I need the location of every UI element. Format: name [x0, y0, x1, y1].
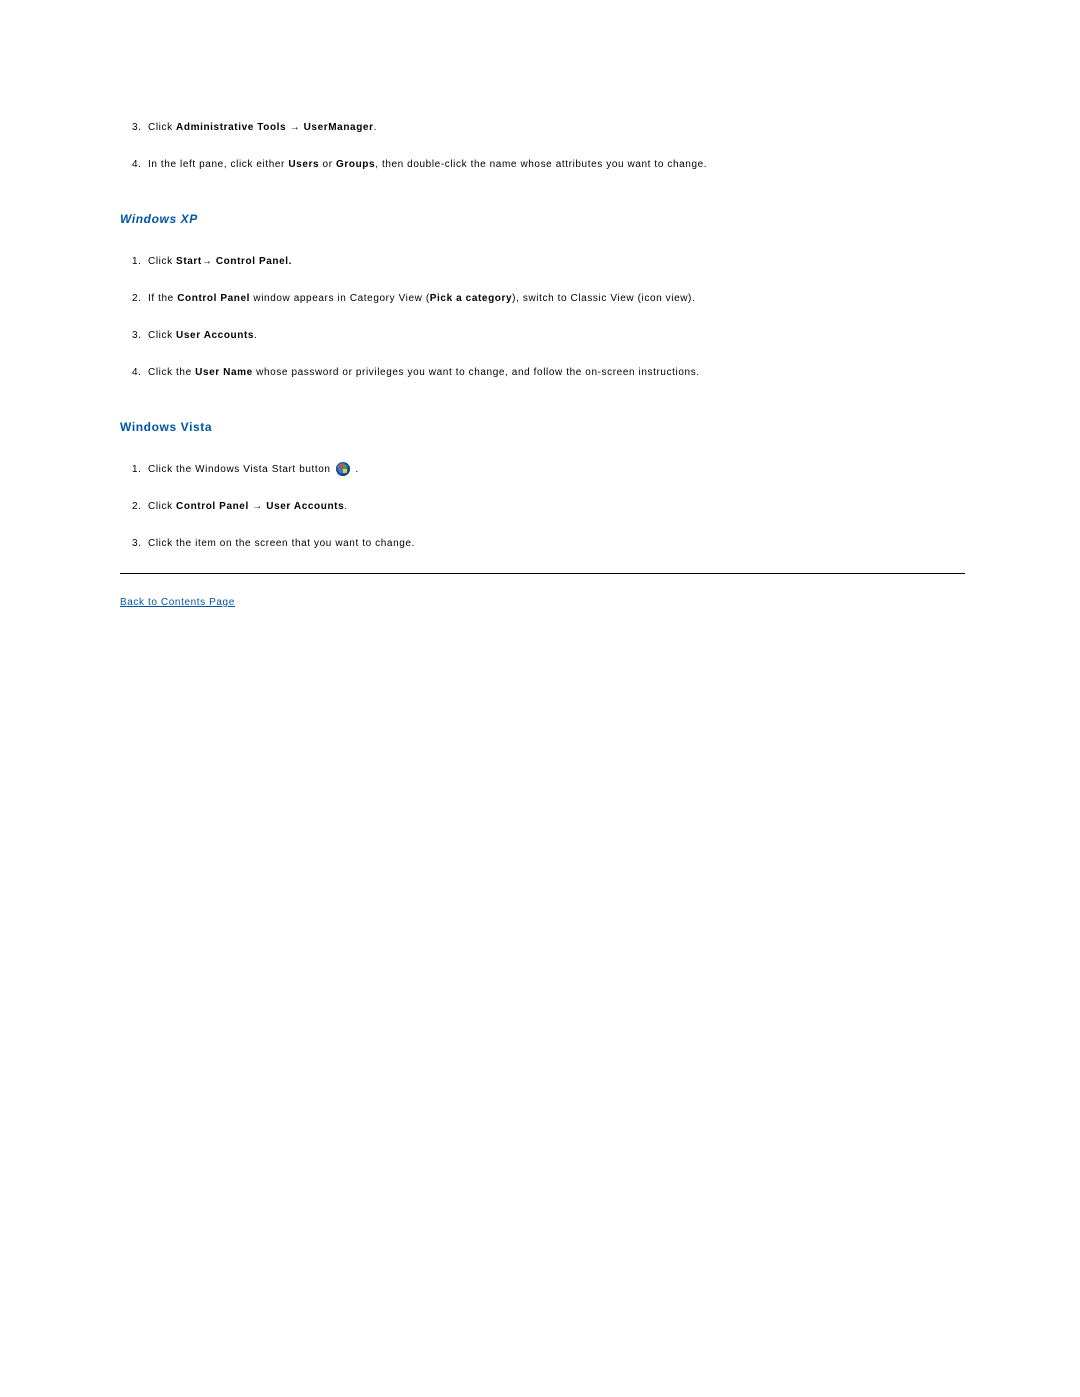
arrow-icon: → — [252, 501, 263, 512]
step-text: Click — [148, 122, 176, 133]
step-text: Administrative Tools — [176, 122, 286, 133]
step-text: Groups — [336, 159, 375, 170]
step-text: User Name — [195, 367, 253, 378]
step-text: whose password or privileges you want to… — [253, 367, 700, 378]
list-item: 4.In the left pane, click either Users o… — [120, 157, 965, 172]
step-text: Click — [148, 330, 176, 341]
step-number: 1. — [132, 462, 148, 477]
step-number: 3. — [132, 120, 148, 135]
step-number: 4. — [132, 157, 148, 172]
step-text: Control Panel — [177, 293, 250, 304]
step-text: , then double-click the name whose attri… — [375, 159, 707, 170]
step-text: UserManager — [304, 122, 374, 133]
step-number: 2. — [132, 291, 148, 306]
step-text: Click the Windows Vista Start button — [148, 464, 334, 475]
step-text: . — [352, 464, 359, 475]
step-text: Click — [148, 256, 176, 267]
windows-vista-start-icon — [336, 462, 350, 476]
list-item: 3.Click User Accounts. — [120, 328, 965, 343]
section1-steps: 3.Click Administrative Tools → UserManag… — [120, 120, 965, 172]
section3-steps: 1.Click the Windows Vista Start button .… — [120, 462, 965, 551]
step-text: window appears in Category View ( — [250, 293, 430, 304]
list-item: 4.Click the User Name whose password or … — [120, 365, 965, 380]
step-text: Control Panel. — [216, 256, 292, 267]
step-text: or — [319, 159, 336, 170]
step-text: ), switch to Classic View (icon view). — [512, 293, 695, 304]
step-text: Users — [288, 159, 319, 170]
step-text: Click — [148, 501, 176, 512]
step-number: 3. — [132, 328, 148, 343]
step-text: User Accounts — [176, 330, 254, 341]
step-text: Control Panel — [176, 501, 249, 512]
step-number: 2. — [132, 499, 148, 514]
list-item: 3.Click the item on the screen that you … — [120, 536, 965, 551]
step-text: Click the item on the screen that you wa… — [148, 538, 415, 549]
step-text: Click the — [148, 367, 195, 378]
arrow-icon: → — [290, 122, 301, 133]
list-item: 2.Click Control Panel → User Accounts. — [120, 499, 965, 514]
step-text: User Accounts — [266, 501, 344, 512]
step-number: 3. — [132, 536, 148, 551]
back-to-contents-link[interactable]: Back to Contents Page — [120, 597, 235, 608]
list-item: 2.If the Control Panel window appears in… — [120, 291, 965, 306]
list-item: 3.Click Administrative Tools → UserManag… — [120, 120, 965, 135]
section2-steps: 1.Click Start→ Control Panel.2.If the Co… — [120, 254, 965, 380]
section-divider — [120, 573, 965, 574]
section-heading-vista: Windows Vista — [120, 420, 965, 434]
step-text: . — [374, 122, 377, 133]
step-text: If the — [148, 293, 177, 304]
step-text: . — [254, 330, 257, 341]
step-text: . — [344, 501, 347, 512]
list-item: 1.Click Start→ Control Panel. — [120, 254, 965, 269]
section-heading-xp: Windows XP — [120, 212, 965, 226]
step-number: 4. — [132, 365, 148, 380]
step-number: 1. — [132, 254, 148, 269]
list-item: 1.Click the Windows Vista Start button . — [120, 462, 965, 477]
step-text: Pick a category — [430, 293, 512, 304]
step-text: In the left pane, click either — [148, 159, 288, 170]
arrow-icon: → — [202, 256, 216, 267]
step-text: Start — [176, 256, 202, 267]
